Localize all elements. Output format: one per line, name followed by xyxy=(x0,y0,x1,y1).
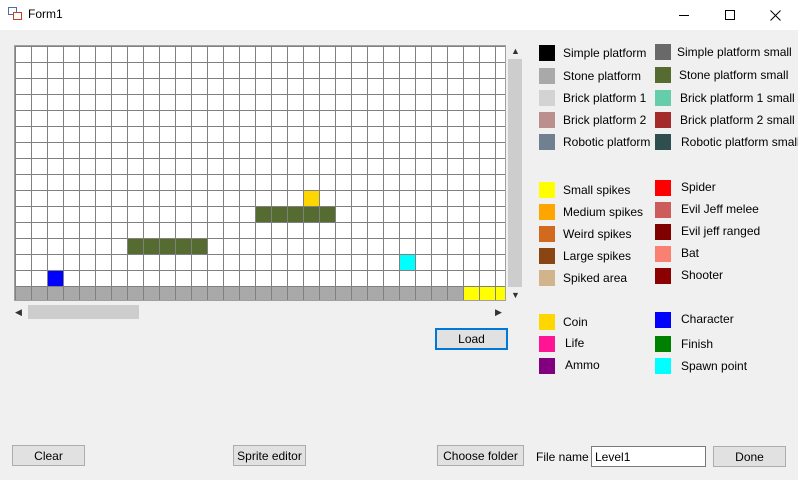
color-swatch xyxy=(539,68,555,84)
color-swatch xyxy=(655,336,671,352)
legend-label: Robotic platform xyxy=(563,135,651,149)
scroll-right-icon[interactable]: ▶ xyxy=(495,307,502,317)
file-name-label: File name xyxy=(536,450,589,464)
close-button[interactable] xyxy=(752,0,798,30)
grid-tile[interactable] xyxy=(191,238,207,254)
color-swatch xyxy=(655,246,671,262)
grid-tile[interactable] xyxy=(143,238,159,254)
legend-label: Coin xyxy=(563,315,588,329)
legend-label: Stone platform small xyxy=(679,68,789,82)
legend-label: Large spikes xyxy=(563,249,632,263)
scroll-left-icon[interactable]: ◀ xyxy=(15,307,22,317)
maximize-icon xyxy=(725,10,735,20)
color-swatch xyxy=(655,202,671,218)
legend-label: Spawn point xyxy=(681,359,748,373)
grid-tile[interactable] xyxy=(47,270,63,286)
legend-label: Character xyxy=(681,312,734,326)
color-swatch xyxy=(655,268,671,284)
horizontal-scrollbar[interactable]: ◀ ▶ xyxy=(12,303,506,320)
color-swatch xyxy=(539,182,555,198)
title-bar: Form1 xyxy=(0,0,798,30)
minimize-icon xyxy=(679,14,689,16)
grid-tile[interactable] xyxy=(463,286,506,301)
grid-tile[interactable] xyxy=(159,238,175,254)
legend-label: Ammo xyxy=(565,358,600,372)
horizontal-scroll-thumb[interactable] xyxy=(28,305,139,319)
scroll-up-icon[interactable]: ▲ xyxy=(511,46,520,56)
clear-button[interactable]: Clear xyxy=(12,445,85,466)
legend-label: Evil jeff ranged xyxy=(681,224,761,238)
window-title: Form1 xyxy=(28,7,63,21)
legend-label: Spider xyxy=(681,180,716,194)
grid-tile[interactable] xyxy=(127,238,143,254)
legend-label: Brick platform 2 small xyxy=(680,113,795,127)
legend-label: Finish xyxy=(681,337,714,351)
legend-label: Small spikes xyxy=(563,183,631,197)
color-swatch xyxy=(655,134,671,150)
legend-label: Simple platform small xyxy=(677,45,792,59)
legend-label: Brick platform 2 xyxy=(563,113,647,127)
color-swatch xyxy=(655,112,671,128)
grid-tile[interactable] xyxy=(175,238,191,254)
legend-label: Simple platform xyxy=(563,46,647,60)
color-swatch xyxy=(539,112,555,128)
color-swatch xyxy=(539,358,555,374)
color-swatch xyxy=(539,204,555,220)
legend-label: Bat xyxy=(681,246,700,260)
color-swatch xyxy=(655,67,671,83)
grid-tile[interactable] xyxy=(271,206,287,222)
grid-tile[interactable] xyxy=(319,206,335,222)
color-swatch xyxy=(539,314,555,330)
close-icon xyxy=(769,9,781,21)
level-grid[interactable] xyxy=(15,46,506,301)
grid-tile[interactable] xyxy=(303,206,319,222)
color-swatch xyxy=(539,248,555,264)
grid-tile[interactable] xyxy=(303,190,319,206)
color-swatch xyxy=(539,134,555,150)
legend-label: Spiked area xyxy=(563,271,628,285)
done-button[interactable]: Done xyxy=(713,446,786,467)
legend-label: Life xyxy=(565,336,585,350)
grid-tile[interactable] xyxy=(399,254,415,270)
legend-label: Brick platform 1 small xyxy=(680,91,795,105)
choose-folder-button[interactable]: Choose folder xyxy=(437,445,524,466)
app-icon xyxy=(8,7,22,20)
color-swatch xyxy=(539,270,555,286)
color-swatch xyxy=(655,180,671,196)
file-name-input[interactable] xyxy=(591,446,706,467)
grid-tile[interactable] xyxy=(287,206,303,222)
color-swatch xyxy=(655,44,671,60)
level-grid-canvas[interactable] xyxy=(14,45,506,301)
color-swatch xyxy=(539,226,555,242)
color-swatch xyxy=(655,224,671,240)
legend-label: Stone platform xyxy=(563,69,642,83)
maximize-button[interactable] xyxy=(707,0,753,30)
color-swatch xyxy=(655,358,671,374)
color-swatch xyxy=(539,45,555,61)
legend-label: Weird spikes xyxy=(563,227,632,241)
legend-label: Shooter xyxy=(681,268,724,282)
minimize-button[interactable] xyxy=(661,0,707,30)
color-swatch xyxy=(655,90,671,106)
legend-label: Robotic platform small xyxy=(681,135,798,149)
color-swatch xyxy=(655,312,671,328)
load-button[interactable]: Load xyxy=(435,328,508,350)
legend-label: Medium spikes xyxy=(563,205,644,219)
legend-label: Brick platform 1 xyxy=(563,91,647,105)
grid-tile[interactable] xyxy=(255,206,271,222)
vertical-scroll-thumb[interactable] xyxy=(508,59,522,287)
color-swatch xyxy=(539,336,555,352)
color-swatch xyxy=(539,90,555,106)
vertical-scrollbar[interactable]: ▲ ▼ xyxy=(507,44,523,302)
legend-label: Evil Jeff melee xyxy=(681,202,759,216)
sprite-editor-button[interactable]: Sprite editor xyxy=(233,445,306,466)
scroll-down-icon[interactable]: ▼ xyxy=(511,290,520,300)
